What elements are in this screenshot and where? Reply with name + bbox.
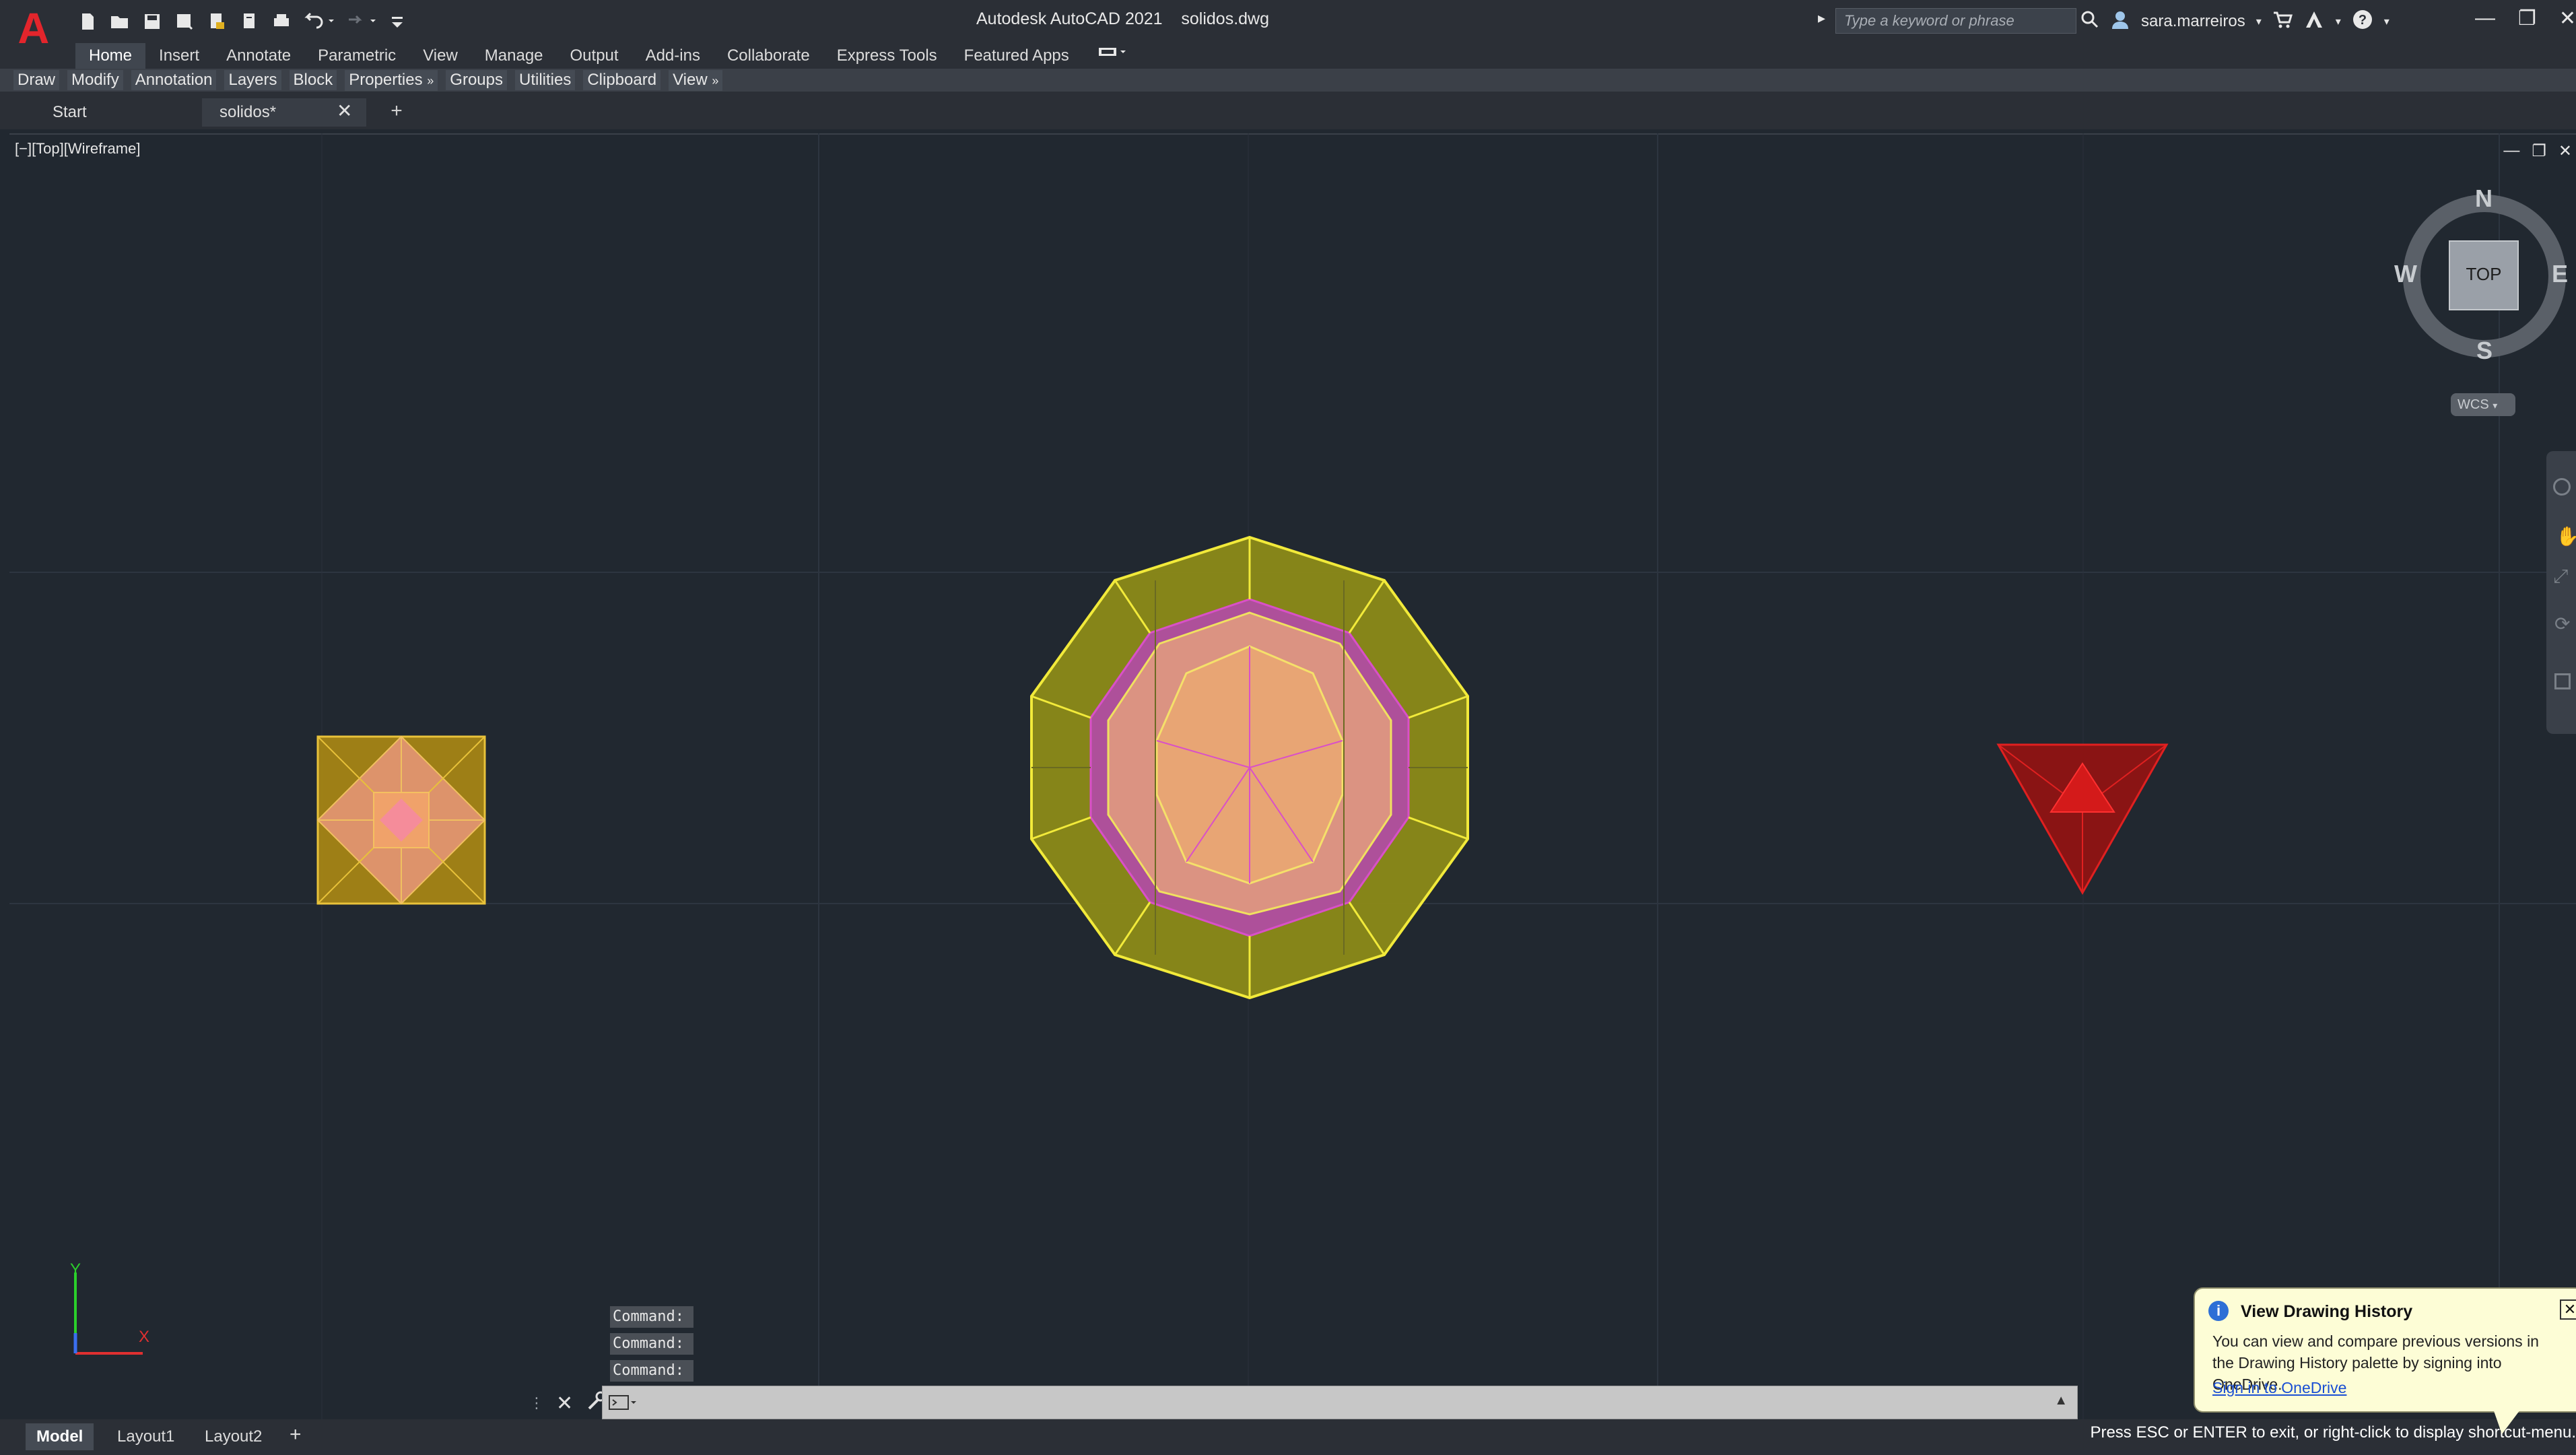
autocad-window: A Autodesk AutoCAD 2021 solidos.dwg ▸ Ty… <box>0 0 2576 1455</box>
command-line-grip-icon[interactable]: ⋮ <box>529 1394 544 1412</box>
viewport-close-icon[interactable]: ✕ <box>2558 141 2572 161</box>
command-history: Command: Command: Command: <box>610 1306 693 1382</box>
full-navigation-wheel-icon[interactable] <box>2553 478 2571 496</box>
viewport-restore-icon[interactable]: ❐ <box>2532 141 2546 161</box>
add-layout-icon[interactable]: + <box>290 1423 302 1446</box>
notification-close-icon[interactable]: ✕ <box>2560 1299 2576 1320</box>
ucs-x-label: X <box>139 1328 150 1346</box>
compass-west[interactable]: W <box>2394 260 2417 288</box>
tab-layout2[interactable]: Layout2 <box>194 1423 273 1450</box>
tetrahedron-solid[interactable] <box>1996 743 2169 895</box>
tab-model[interactable]: Model <box>26 1423 94 1450</box>
viewport-window-controls: — ❐ ✕ <box>2503 141 2572 161</box>
viewport-minimize-icon[interactable]: — <box>2503 141 2519 161</box>
zoom-extents-icon[interactable]: ⤢ <box>2553 566 2568 588</box>
wcs-chevron-icon: ▾ <box>2493 400 2498 411</box>
command-history-line: Command: <box>610 1360 693 1382</box>
command-line-input[interactable]: ▲ <box>602 1386 2078 1419</box>
pan-icon[interactable]: ✋ <box>2556 525 2576 547</box>
sign-in-onedrive-link[interactable]: Sign in to OneDrive <box>2212 1379 2346 1397</box>
drawing-canvas[interactable] <box>0 0 2576 1455</box>
close-command-line-icon[interactable]: ✕ <box>556 1392 573 1415</box>
showmotion-icon[interactable] <box>2554 673 2571 689</box>
info-icon: i <box>2208 1301 2229 1321</box>
ucs-y-label: Y <box>70 1260 81 1279</box>
notification-title: View Drawing History <box>2241 1302 2413 1321</box>
orbit-icon[interactable]: ⟳ <box>2554 613 2570 635</box>
notification-pointer <box>2493 1407 2522 1434</box>
command-history-line: Command: <box>610 1306 693 1328</box>
navigation-bar[interactable]: ✋ ⤢ ⟳ <box>2546 451 2576 734</box>
viewcube-top-face[interactable]: TOP <box>2449 264 2518 285</box>
ucs-icon <box>73 1273 143 1355</box>
wcs-menu[interactable]: WCS ▾ <box>2451 393 2515 416</box>
tab-layout1[interactable]: Layout1 <box>106 1423 185 1450</box>
compass-north[interactable]: N <box>2475 184 2493 213</box>
drawing-history-notification: i View Drawing History ✕ You can view an… <box>2194 1287 2576 1413</box>
wcs-label: WCS <box>2458 397 2489 412</box>
command-history-line: Command: <box>610 1333 693 1355</box>
cube-solid[interactable] <box>316 735 486 905</box>
compass-east[interactable]: E <box>2552 260 2568 288</box>
compass-south[interactable]: S <box>2476 337 2493 365</box>
dodecahedron-solid[interactable] <box>1030 535 1469 1000</box>
viewport-controls-label[interactable]: [−][Top][Wireframe] <box>15 140 140 158</box>
command-history-toggle-icon[interactable]: ▲ <box>2054 1393 2068 1409</box>
command-line-toolbar: ⋮ ✕ <box>529 1390 607 1417</box>
command-prompt-icon[interactable] <box>608 1393 638 1416</box>
